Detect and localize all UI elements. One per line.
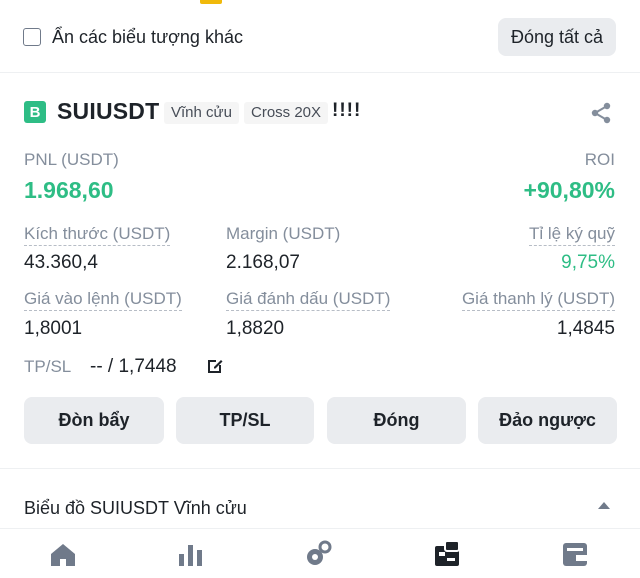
share-icon[interactable]	[589, 101, 613, 125]
margin-label: Margin (USDT)	[226, 224, 341, 243]
margin-mode-tag[interactable]: Cross 20X	[244, 102, 329, 124]
symbol-name[interactable]: SUIUSDT	[57, 98, 159, 125]
close-all-button[interactable]: Đóng tất cả	[498, 18, 616, 56]
markets-icon	[179, 545, 202, 566]
entry-price-label[interactable]: Giá vào lệnh (USDT)	[24, 289, 182, 311]
mark-price-value: 1,8820	[226, 318, 285, 339]
bottom-nav	[0, 528, 640, 578]
tpsl-label: TP/SL	[24, 357, 72, 376]
close-position-button[interactable]: Đóng	[327, 397, 466, 444]
tab-indicator	[200, 0, 222, 4]
tpsl-button[interactable]: TP/SL	[176, 397, 314, 444]
nav-wallet[interactable]	[558, 537, 592, 571]
size-value: 43.360,4	[24, 252, 98, 273]
roi-value: +90,80%	[523, 177, 615, 203]
nav-trade[interactable]	[302, 537, 336, 571]
hide-other-symbols-checkbox[interactable]	[23, 28, 41, 46]
margin-value: 2.168,07	[226, 252, 300, 273]
entry-price-value: 1,8001	[24, 318, 83, 339]
liquidation-price-value: 1,4845	[556, 318, 615, 339]
contract-type-tag: Vĩnh cửu	[164, 102, 239, 124]
roi-label: ROI	[584, 150, 615, 169]
size-label[interactable]: Kích thước (USDT)	[24, 224, 171, 246]
tpsl-value: -- / 1,7448	[90, 356, 177, 377]
pnl-value: 1.968,60	[24, 177, 114, 203]
edit-icon[interactable]	[205, 356, 225, 376]
margin-ratio-label[interactable]: Tỉ lệ ký quỹ	[529, 224, 615, 246]
position-header: B SUIUSDT Vĩnh cửu Cross 20X !!!!	[0, 98, 640, 128]
pnl-label: PNL (USDT)	[24, 150, 119, 169]
risk-warning: !!!!	[332, 100, 362, 121]
reverse-position-button[interactable]: Đảo ngược	[478, 397, 617, 444]
symbol-badge: B	[24, 101, 46, 123]
home-icon	[51, 544, 75, 566]
liquidation-price-label[interactable]: Giá thanh lý (USDT)	[461, 289, 615, 311]
futures-icon	[435, 540, 460, 566]
filter-row: Ẩn các biểu tượng khác Đóng tất cả	[0, 14, 640, 62]
trade-icon	[307, 540, 332, 565]
nav-home[interactable]	[46, 537, 80, 571]
chart-toggle[interactable]: Biểu đồ SUIUSDT Vĩnh cửu	[0, 496, 640, 522]
wallet-icon	[563, 543, 587, 566]
mark-price-label[interactable]: Giá đánh dấu (USDT)	[226, 289, 391, 311]
chart-label: Biểu đồ SUIUSDT Vĩnh cửu	[24, 498, 247, 518]
divider	[0, 468, 640, 469]
margin-ratio-value: 9,75%	[561, 252, 615, 273]
divider	[0, 72, 640, 73]
nav-futures[interactable]	[430, 537, 464, 571]
hide-other-symbols-label[interactable]: Ẩn các biểu tượng khác	[52, 27, 243, 48]
caret-up-icon[interactable]	[598, 502, 610, 509]
leverage-button[interactable]: Đòn bẩy	[24, 397, 164, 444]
nav-markets[interactable]	[174, 537, 208, 571]
